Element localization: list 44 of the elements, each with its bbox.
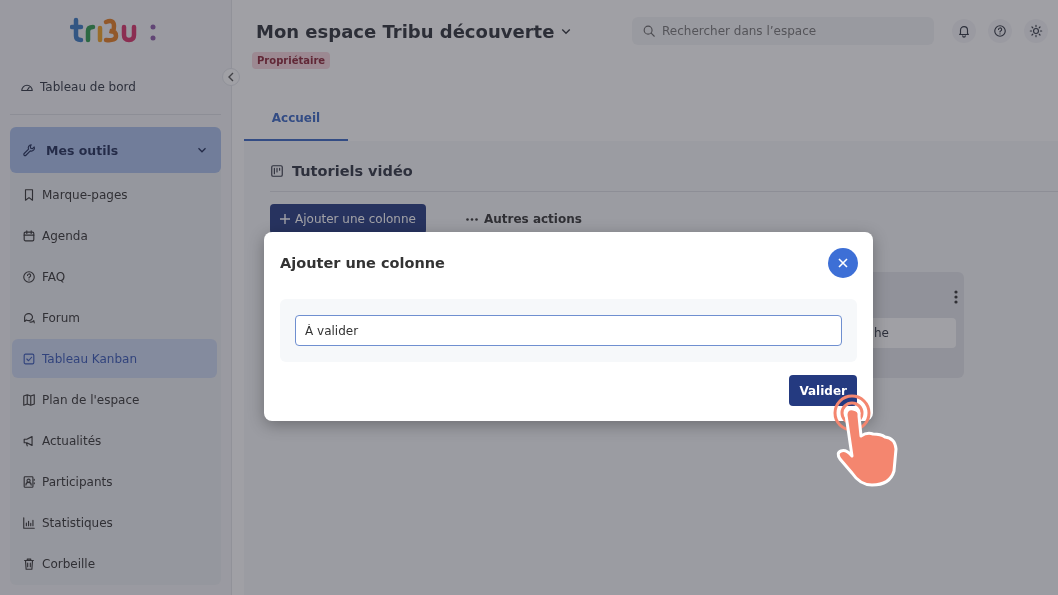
search-field[interactable]: Rechercher dans l’espace bbox=[632, 17, 934, 45]
close-button[interactable] bbox=[828, 248, 858, 278]
wrench-icon bbox=[22, 143, 36, 157]
search-icon bbox=[642, 24, 656, 38]
role-badge: Propriétaire bbox=[252, 52, 331, 69]
sidebar-item[interactable]: Plan de l'espace bbox=[12, 380, 217, 419]
map-icon bbox=[22, 392, 36, 407]
sidebar-item[interactable]: Actualités bbox=[12, 421, 217, 460]
bookmark-icon bbox=[22, 187, 36, 202]
sidebar-item[interactable]: Tableau de bord bbox=[10, 58, 221, 115]
more-actions-button[interactable]: Autres actions bbox=[459, 211, 588, 227]
column-name-field[interactable]: À valider bbox=[295, 315, 842, 346]
calendar-icon bbox=[22, 228, 36, 243]
megaphone-icon bbox=[22, 433, 36, 448]
dialog-title: Ajouter une colonne bbox=[280, 255, 445, 271]
sidebar-item[interactable]: Forum bbox=[12, 298, 217, 337]
help-icon[interactable] bbox=[988, 19, 1012, 43]
space-title[interactable]: Mon espace Tribu découverte bbox=[256, 20, 573, 42]
bell-icon[interactable] bbox=[952, 19, 976, 43]
chat-icon bbox=[22, 310, 36, 325]
sidebar-item[interactable]: Corbeille bbox=[12, 544, 217, 583]
board-title: Tutoriels vidéo bbox=[292, 163, 413, 179]
close-icon bbox=[837, 257, 849, 269]
board-icon bbox=[270, 164, 284, 178]
sidebar-item[interactable]: FAQ bbox=[12, 257, 217, 296]
sidebar-item[interactable]: Statistiques bbox=[12, 503, 217, 542]
contact-icon bbox=[22, 474, 36, 489]
sidebar-item[interactable]: Agenda bbox=[12, 216, 217, 255]
sun-icon[interactable] bbox=[1024, 19, 1048, 43]
tools-group-header[interactable]: Mes outils bbox=[10, 127, 221, 173]
trash-icon bbox=[22, 556, 36, 571]
dots-icon bbox=[465, 217, 478, 221]
validate-button[interactable]: Valider bbox=[789, 375, 857, 406]
kebab-icon[interactable] bbox=[954, 290, 958, 304]
add-column-button[interactable]: Ajouter une colonne bbox=[270, 204, 426, 234]
plus-icon bbox=[280, 214, 290, 224]
collapse-button[interactable] bbox=[222, 68, 240, 86]
sidebar-item[interactable]: Tableau Kanban bbox=[12, 339, 217, 378]
checkbox-icon bbox=[22, 351, 36, 366]
chevron-left-icon bbox=[227, 72, 235, 82]
sidebar-item[interactable]: Marque-pages bbox=[12, 175, 217, 214]
sidebar-item[interactable]: Participants bbox=[12, 462, 217, 501]
bar-chart-icon bbox=[22, 515, 36, 530]
help-icon bbox=[22, 269, 36, 284]
